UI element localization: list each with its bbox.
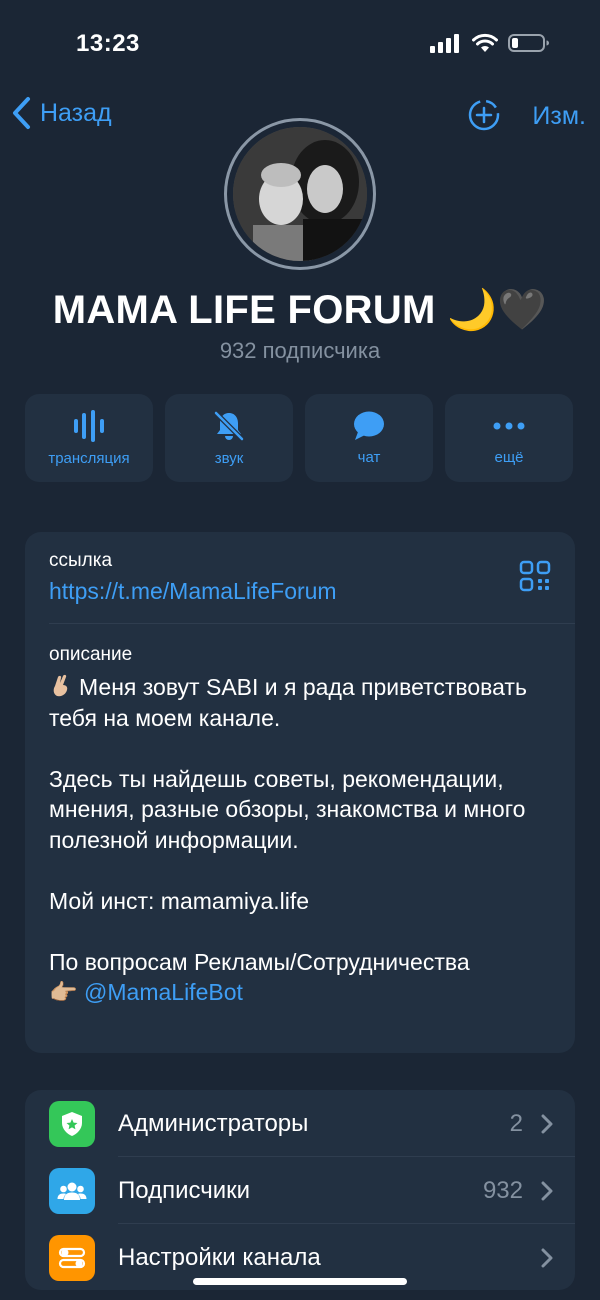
settings-menu: Администраторы 2 Подписчики 932 Настройк… bbox=[25, 1090, 575, 1290]
broadcast-label: трансляция bbox=[48, 449, 130, 467]
chevron-left-icon bbox=[13, 97, 30, 129]
chevron-right-icon bbox=[541, 1181, 553, 1201]
bell-muted-icon bbox=[213, 410, 245, 441]
broadcast-icon bbox=[74, 409, 104, 442]
avatar-photo bbox=[233, 127, 367, 261]
back-button[interactable]: Назад bbox=[12, 96, 112, 130]
qr-code-icon[interactable] bbox=[519, 560, 551, 592]
description-text-1: Меня зовут SABI и я рада приветствовать … bbox=[49, 674, 527, 731]
more-button[interactable]: ещё bbox=[445, 394, 573, 482]
sound-button[interactable]: звук bbox=[165, 394, 293, 482]
description-paragraph-3: Мой инст: mamamiya.life bbox=[49, 887, 310, 914]
menu-row-subscribers[interactable]: Подписчики 932 bbox=[25, 1157, 575, 1224]
channel-description: Меня зовут SABI и я рада приветствовать … bbox=[49, 672, 559, 1008]
menu-label-channel-settings: Настройки канала bbox=[118, 1243, 321, 1271]
description-paragraph-4: По вопросам Рекламы/Сотрудничества 👉🏼 @Ma… bbox=[49, 947, 559, 1008]
crossed-fingers-emoji-icon bbox=[53, 674, 68, 697]
toggles-icon bbox=[49, 1234, 95, 1281]
channel-link[interactable]: https://t.me/MamaLifeForum bbox=[49, 578, 337, 605]
menu-label-administrators: Администраторы bbox=[118, 1109, 309, 1137]
battery-icon bbox=[508, 34, 549, 52]
status-bar: 13:23 bbox=[0, 0, 600, 90]
subscriber-count: 932 подписчика bbox=[219, 338, 381, 363]
back-label: Назад bbox=[40, 98, 112, 127]
people-icon bbox=[49, 1167, 95, 1214]
more-dots-icon bbox=[493, 422, 525, 429]
avatar-ring[interactable] bbox=[224, 118, 376, 270]
avatar bbox=[233, 127, 367, 261]
menu-row-administrators[interactable]: Администраторы 2 bbox=[25, 1090, 575, 1157]
edit-button[interactable]: Изм. bbox=[532, 102, 586, 131]
broadcast-button[interactable]: трансляция bbox=[25, 394, 153, 482]
status-time: 13:23 bbox=[76, 30, 140, 57]
more-label: ещё bbox=[494, 448, 524, 466]
chevron-right-icon bbox=[541, 1248, 553, 1268]
chat-label: чат bbox=[357, 448, 381, 466]
chat-button[interactable]: чат bbox=[305, 394, 433, 482]
menu-value-administrators: 2 bbox=[509, 1109, 523, 1137]
description-text-4: По вопросам Рекламы/Сотрудничества bbox=[49, 948, 470, 975]
channel-title: MAMA LIFE FORUM 🌙🖤 bbox=[52, 288, 548, 332]
status-icons bbox=[430, 33, 550, 53]
home-indicator[interactable] bbox=[193, 1278, 407, 1285]
link-label: ссылка bbox=[49, 550, 113, 571]
description-label: описание bbox=[49, 644, 133, 665]
description-paragraph-1: Меня зовут SABI и я рада приветствовать … bbox=[49, 672, 559, 733]
menu-label-subscribers: Подписчики bbox=[118, 1176, 251, 1204]
pointing-hand-emoji: 👉🏼 bbox=[49, 979, 78, 1005]
info-card: ссылка https://t.me/MamaLifeForum описан… bbox=[25, 532, 575, 1053]
bot-mention-link[interactable]: @MamaLifeBot bbox=[84, 979, 243, 1005]
add-story-icon[interactable] bbox=[467, 98, 501, 132]
chat-bubble-icon bbox=[354, 411, 384, 440]
cellular-signal-icon bbox=[430, 34, 459, 53]
info-divider bbox=[49, 623, 575, 624]
chevron-right-icon bbox=[541, 1114, 553, 1134]
wifi-icon bbox=[472, 33, 498, 52]
shield-badge-icon bbox=[49, 1100, 95, 1147]
sound-label: звук bbox=[214, 449, 244, 467]
action-bar: трансляция звук чат ещё bbox=[25, 394, 575, 482]
menu-value-subscribers: 932 bbox=[482, 1176, 523, 1204]
description-paragraph-2: Здесь ты найдешь советы, рекомендации, м… bbox=[49, 765, 526, 853]
